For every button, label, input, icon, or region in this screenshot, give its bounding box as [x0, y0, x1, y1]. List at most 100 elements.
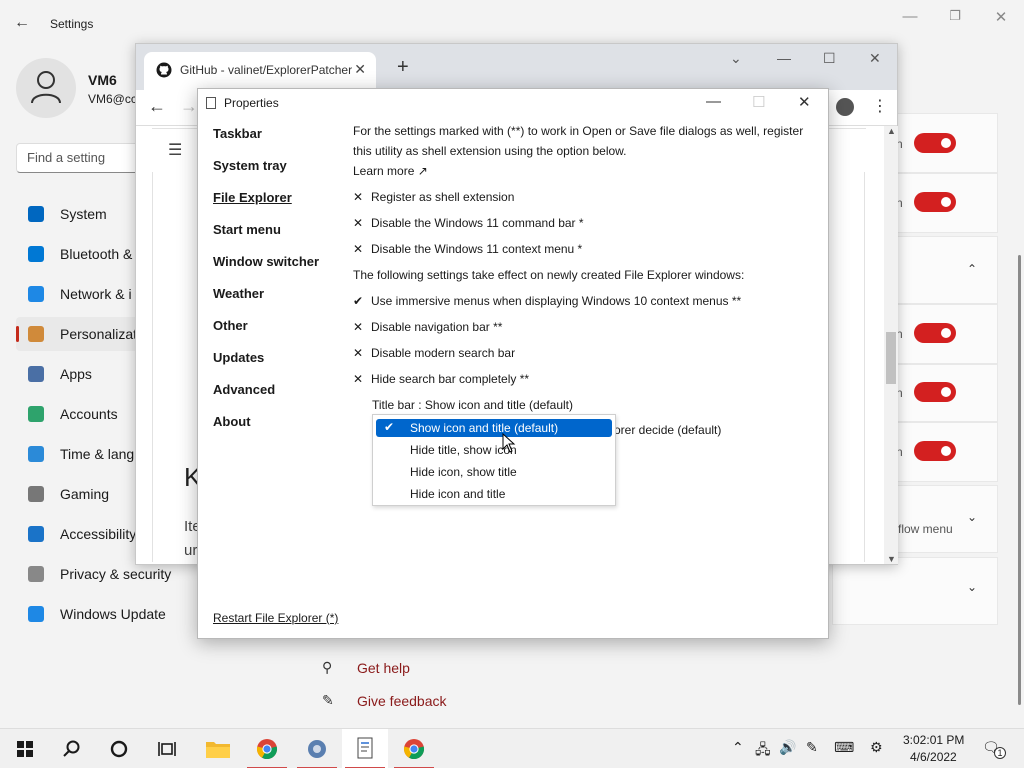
chrome-minimize-button[interactable]: —: [777, 50, 791, 66]
browser-back-icon[interactable]: ←: [148, 96, 166, 117]
sidebar-item[interactable]: Time & lang: [16, 437, 146, 471]
person-icon: [31, 71, 61, 104]
keyboard-icon[interactable]: ⌨: [834, 739, 854, 756]
section-link[interactable]: Window switcher: [213, 254, 319, 269]
sidebar-item[interactable]: System: [16, 197, 146, 231]
volume-icon[interactable]: 🔊: [779, 739, 796, 756]
sidebar-item-label: Bluetooth &: [60, 246, 133, 262]
explorerpatcher-taskbar-button[interactable]: [342, 729, 388, 768]
dropdown-option[interactable]: Hide icon, show title: [376, 463, 612, 481]
chrome-close-button[interactable]: ✕: [869, 50, 881, 67]
sidebar-item[interactable]: Personalizat: [16, 317, 146, 351]
option-checkbox[interactable]: ✔ Use immersive menus when displaying Win…: [353, 294, 741, 308]
option-checkbox[interactable]: ✕ Disable the Windows 11 command bar *: [353, 216, 584, 230]
settings-taskbar-button[interactable]: [294, 729, 340, 768]
clock-time[interactable]: 3:02:01 PM: [903, 733, 964, 747]
chevron-down-icon[interactable]: ⌄: [967, 510, 977, 524]
search-icon: [63, 740, 80, 757]
page-text-fragment: ur: [184, 542, 198, 559]
chrome-taskbar-button[interactable]: [244, 729, 290, 768]
chrome-taskbar-button[interactable]: [391, 729, 437, 768]
option-label: Disable modern search bar: [371, 346, 516, 360]
section-link[interactable]: File Explorer: [213, 190, 292, 205]
sidebar-item[interactable]: Apps: [16, 357, 146, 391]
section-link[interactable]: Other: [213, 318, 248, 333]
chrome-tab[interactable]: GitHub - valinet/ExplorerPatcher ✕: [144, 52, 376, 90]
sidebar-item-label: Network & i: [60, 286, 132, 302]
gear-icon[interactable]: ⚙: [870, 739, 883, 756]
learn-more-link[interactable]: Learn more ↗: [353, 164, 428, 178]
settings-restore-button[interactable]: ❐: [943, 8, 967, 24]
scroll-up-icon[interactable]: ▲: [887, 126, 896, 136]
avatar[interactable]: [16, 58, 76, 118]
settings-close-button[interactable]: ✕: [989, 8, 1013, 26]
chevron-down-icon[interactable]: ⌄: [967, 580, 977, 594]
network-icon[interactable]: 🖧: [755, 739, 771, 763]
option-checkbox[interactable]: ✕ Hide search bar completely **: [353, 372, 529, 386]
chevron-up-icon[interactable]: ⌃: [967, 262, 977, 276]
sidebar-item[interactable]: Windows Update: [16, 597, 166, 631]
sidebar-item[interactable]: Gaming: [16, 477, 146, 511]
back-arrow-icon[interactable]: ←: [14, 14, 30, 32]
page-divider: [152, 172, 153, 562]
option-checkbox[interactable]: ✕ Disable navigation bar **: [353, 320, 502, 334]
dialog-minimize-button[interactable]: —: [706, 93, 721, 110]
find-setting-input[interactable]: Find a setting: [16, 143, 146, 173]
option-checkbox[interactable]: ✕ Disable modern search bar: [353, 346, 515, 360]
restart-file-explorer-link[interactable]: Restart File Explorer (*): [213, 611, 338, 625]
toggle-switch[interactable]: [914, 441, 956, 461]
task-view-button[interactable]: [144, 729, 190, 768]
browser-forward-icon[interactable]: →: [180, 96, 198, 117]
pen-icon[interactable]: ✎: [806, 739, 818, 756]
toggle-switch[interactable]: [914, 133, 956, 153]
option-label: Hide search bar completely **: [371, 372, 530, 386]
list-icon[interactable]: ☰: [168, 140, 182, 160]
chrome-maximize-button[interactable]: ☐: [823, 50, 836, 67]
settings-scrollbar[interactable]: [1018, 255, 1021, 705]
section-link[interactable]: Advanced: [213, 382, 275, 397]
scroll-thumb[interactable]: [886, 332, 896, 384]
section-link[interactable]: System tray: [213, 158, 287, 173]
toggle-switch[interactable]: [914, 192, 956, 212]
file-explorer-taskbar-button[interactable]: [195, 729, 241, 768]
dialog-close-button[interactable]: ✕: [798, 93, 811, 111]
settings-minimize-button[interactable]: —: [898, 8, 922, 25]
section-link[interactable]: Taskbar: [213, 126, 262, 141]
user-name: VM6: [88, 72, 117, 88]
section-link[interactable]: About: [213, 414, 251, 429]
properties-dialog: Properties — ☐ ✕ Taskbar System tray File …: [197, 88, 829, 639]
dropdown-option[interactable]: Hide title, show icon: [376, 441, 612, 459]
title-bar-select[interactable]: Title bar : Show icon and title (default…: [372, 398, 573, 412]
give-feedback-link[interactable]: Give feedback: [357, 693, 447, 709]
app-icon: [206, 97, 216, 109]
scroll-down-icon[interactable]: ▼: [887, 554, 896, 564]
sidebar-item[interactable]: Accessibility: [16, 517, 146, 551]
dropdown-option[interactable]: Hide icon and title: [376, 485, 612, 503]
new-tab-button[interactable]: +: [397, 56, 409, 79]
get-help-link[interactable]: Get help: [357, 660, 410, 676]
tab-close-icon[interactable]: ✕: [354, 61, 366, 78]
start-button[interactable]: [2, 729, 48, 768]
cortana-button[interactable]: [96, 729, 142, 768]
sidebar-item[interactable]: Accounts: [16, 397, 146, 431]
option-label: Disable the Windows 11 command bar *: [371, 216, 584, 230]
search-button[interactable]: [49, 729, 95, 768]
sidebar-item[interactable]: Network & i: [16, 277, 146, 311]
sidebar-item[interactable]: Privacy & security: [16, 557, 171, 591]
dropdown-option[interactable]: ✔ Show icon and title (default): [376, 419, 612, 437]
option-checkbox[interactable]: ✕ Disable the Windows 11 context menu *: [353, 242, 582, 256]
profile-icon[interactable]: [836, 98, 854, 116]
toggle-switch[interactable]: [914, 382, 956, 402]
sidebar-item[interactable]: Bluetooth &: [16, 237, 146, 271]
chrome-scrollbar[interactable]: ▲ ▼: [884, 126, 898, 564]
tab-search-icon[interactable]: ⌄: [730, 50, 742, 67]
clock-date[interactable]: 4/6/2022: [910, 750, 957, 764]
sidebar-item-label: Gaming: [60, 486, 110, 502]
kebab-menu-icon[interactable]: ⋮: [872, 96, 888, 116]
section-link[interactable]: Start menu: [213, 222, 281, 237]
option-checkbox[interactable]: ✕ Register as shell extension: [353, 190, 514, 204]
section-link[interactable]: Weather: [213, 286, 264, 301]
section-link[interactable]: Updates: [213, 350, 264, 365]
tray-overflow-icon[interactable]: ⌃: [732, 739, 744, 756]
toggle-switch[interactable]: [914, 323, 956, 343]
